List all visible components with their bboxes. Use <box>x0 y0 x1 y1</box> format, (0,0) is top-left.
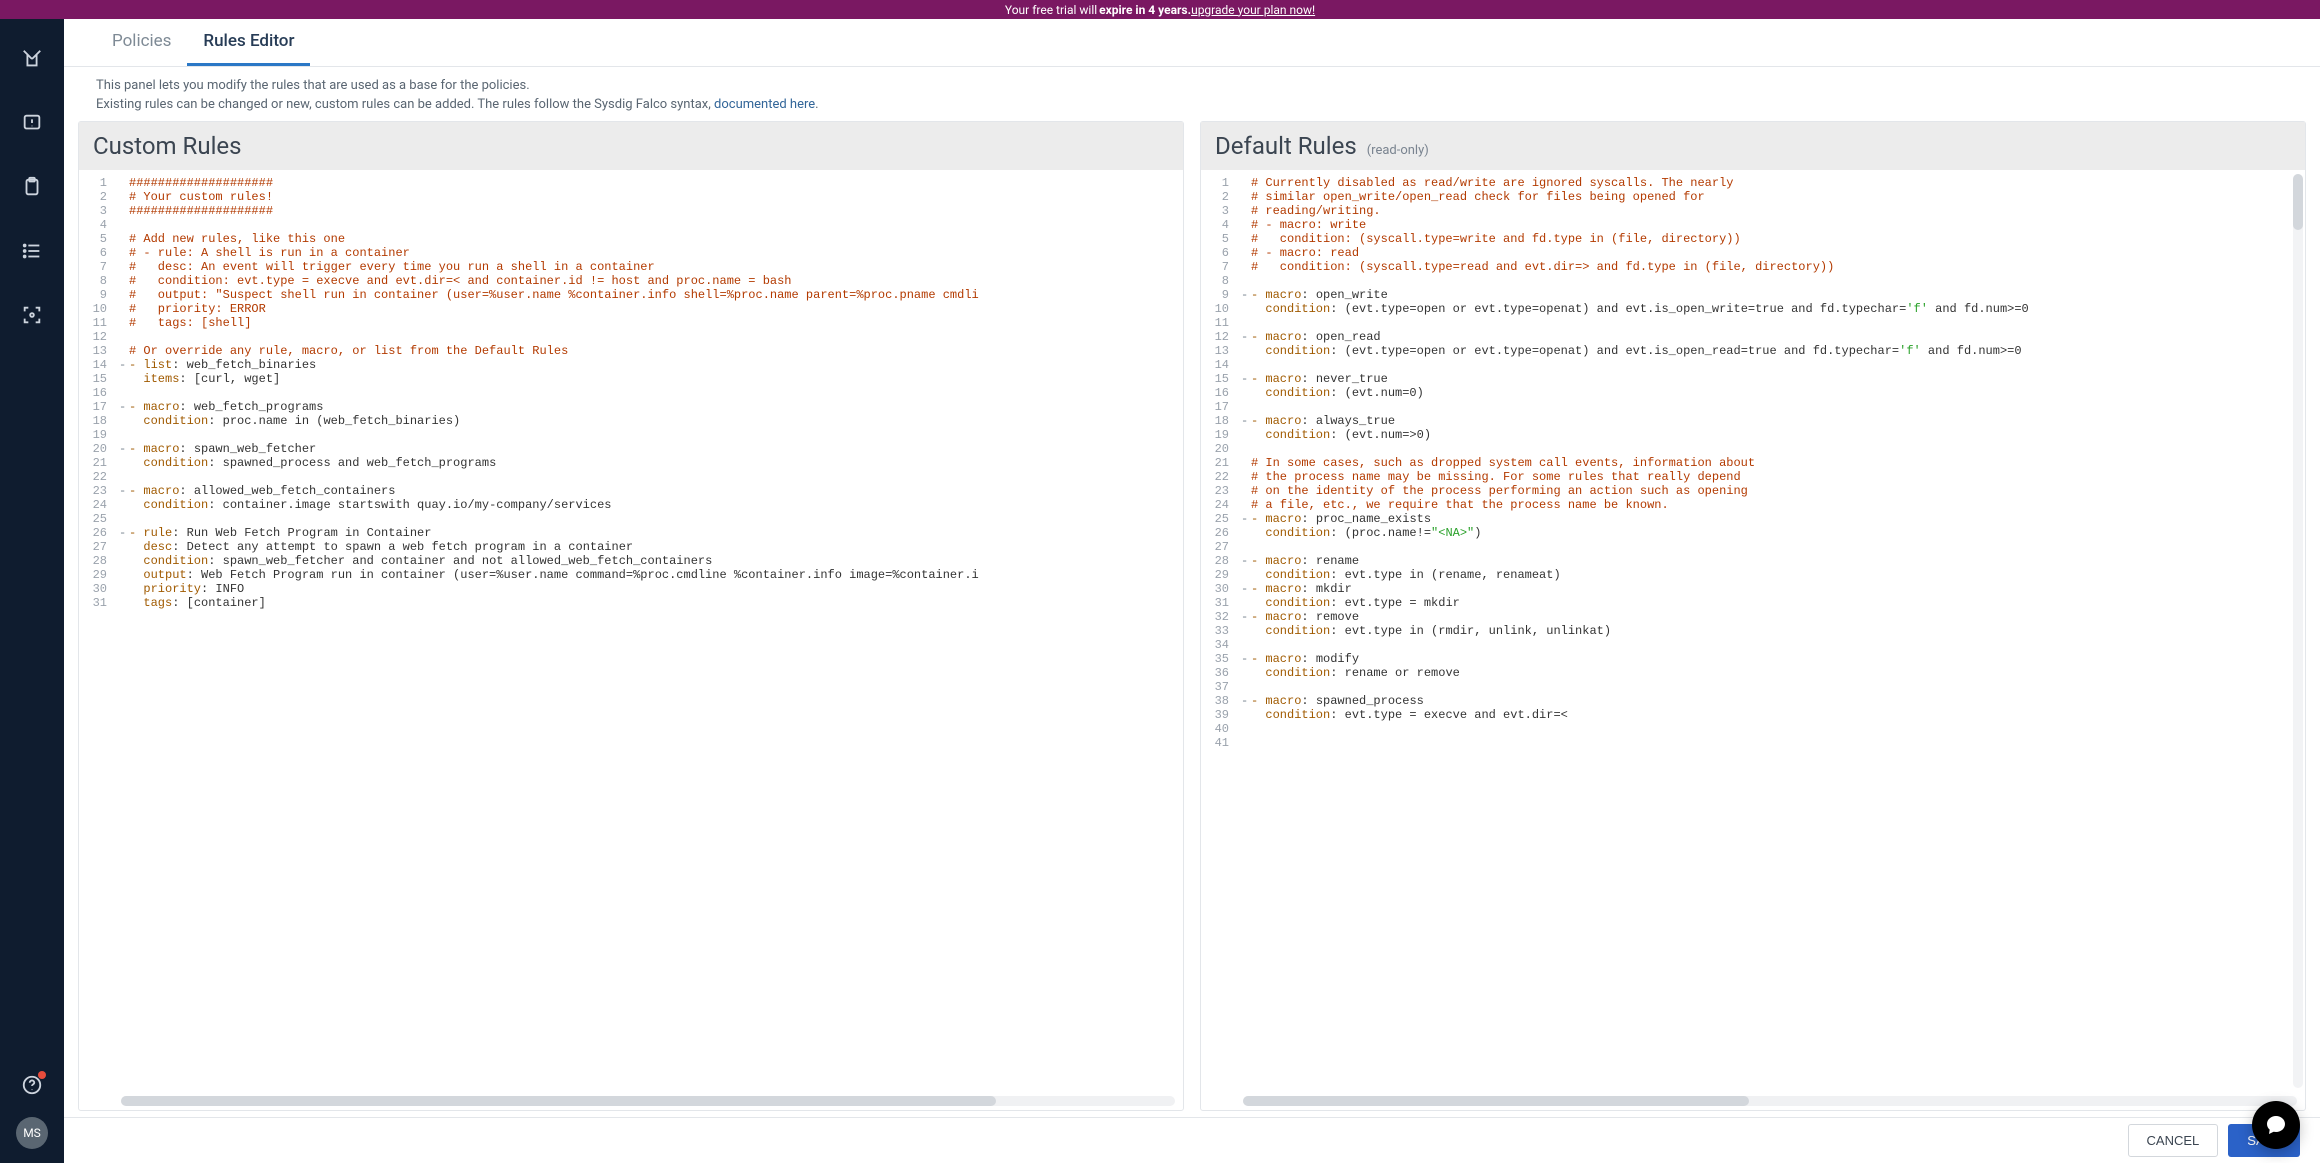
tab-rules-editor[interactable]: Rules Editor <box>187 17 310 66</box>
custom-rules-header: Custom Rules <box>79 122 1183 170</box>
banner-expiry: expire in 4 years. <box>1099 3 1191 17</box>
tab-policies[interactable]: Policies <box>96 17 187 66</box>
upgrade-plan-link[interactable]: upgrade your plan now! <box>1191 3 1315 17</box>
main-content: Policies Rules Editor This panel lets yo… <box>64 19 2320 1163</box>
default-h-scrollbar[interactable] <box>1243 1092 2297 1106</box>
custom-rules-editor[interactable]: 1234567891011121314151617181920212223242… <box>79 170 1183 1092</box>
default-rules-panel: Default Rules (read-only) 12345678910111… <box>1200 121 2306 1111</box>
custom-gutter: 1234567891011121314151617181920212223242… <box>79 170 113 1092</box>
custom-rules-title: Custom Rules <box>93 132 242 160</box>
cancel-button[interactable]: CANCEL <box>2128 1124 2219 1157</box>
desc-line2b: . <box>815 97 818 112</box>
default-rules-readonly-label: (read-only) <box>1367 143 1429 158</box>
capture-icon[interactable] <box>12 295 52 335</box>
tabs-bar: Policies Rules Editor <box>64 19 2320 67</box>
default-rules-header: Default Rules (read-only) <box>1201 122 2305 170</box>
default-rules-editor[interactable]: 1234567891011121314151617181920212223242… <box>1201 170 2305 1092</box>
trial-banner: Your free trial will expire in 4 years. … <box>0 0 2320 19</box>
main-sidebar: MS <box>0 19 64 1163</box>
alert-icon[interactable] <box>12 103 52 143</box>
logo-icon[interactable] <box>12 39 52 79</box>
footer-actions: CANCEL SAVE <box>64 1117 2320 1163</box>
custom-h-scrollbar[interactable] <box>121 1092 1175 1106</box>
custom-code-area[interactable]: #################### # Your custom rules… <box>113 170 1183 1092</box>
help-icon[interactable] <box>12 1065 52 1105</box>
list-icon[interactable] <box>12 231 52 271</box>
default-v-scrollbar[interactable] <box>2293 174 2303 1088</box>
default-rules-title: Default Rules <box>1215 132 1357 160</box>
default-code-area[interactable]: # Currently disabled as read/write are i… <box>1235 170 2305 1092</box>
panel-description: This panel lets you modify the rules tha… <box>64 67 2320 121</box>
chat-fab[interactable] <box>2252 1101 2300 1149</box>
custom-rules-panel: Custom Rules 123456789101112131415161718… <box>78 121 1184 1111</box>
default-gutter: 1234567891011121314151617181920212223242… <box>1201 170 1235 1092</box>
clipboard-icon[interactable] <box>12 167 52 207</box>
banner-prefix: Your free trial will <box>1005 3 1097 17</box>
desc-line2a: Existing rules can be changed or new, cu… <box>96 97 714 112</box>
docs-link[interactable]: documented here <box>714 97 815 112</box>
desc-line1: This panel lets you modify the rules tha… <box>96 77 2288 96</box>
chat-icon <box>2264 1113 2288 1137</box>
user-avatar[interactable]: MS <box>16 1117 48 1149</box>
